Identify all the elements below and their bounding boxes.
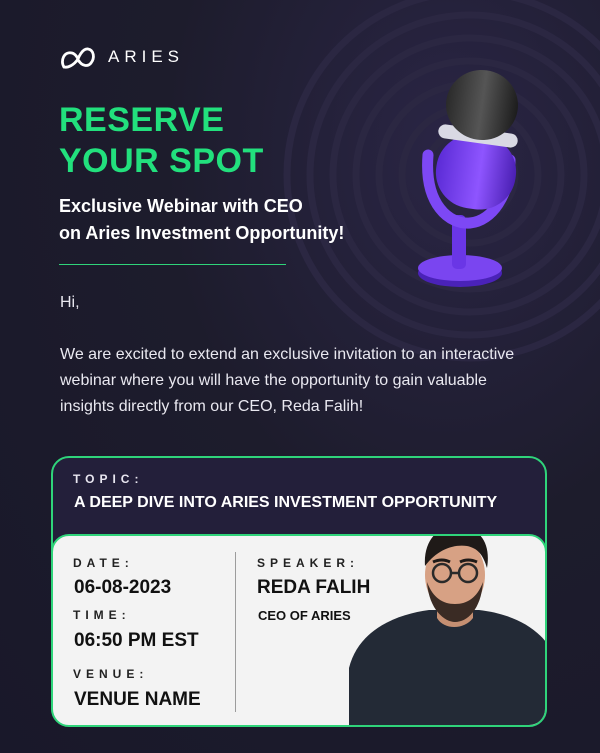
time-label: TIME:	[73, 608, 131, 622]
venue-label: VENUE:	[73, 667, 149, 681]
details-divider	[235, 552, 236, 712]
headline: RESERVE YOUR SPOT	[59, 100, 264, 182]
brand-name: ARIES	[108, 47, 185, 66]
greeting: Hi,	[60, 294, 80, 311]
webinar-invitation: ARIES RESERVE YOUR SPOT Exclusive Webina…	[0, 0, 600, 753]
topic-title: A DEEP DIVE INTO ARIES INVESTMENT OPPORT…	[74, 494, 498, 511]
aries-logo-icon	[61, 47, 95, 69]
subtitle-line-2: on Aries Investment Opportunity!	[59, 223, 345, 243]
brand-logo: ARIES	[60, 43, 184, 71]
venue-value: VENUE NAME	[74, 689, 201, 710]
microphone-icon	[418, 69, 518, 287]
date-label: DATE:	[73, 556, 134, 570]
date-value: 06-08-2023	[74, 577, 172, 598]
headline-line-2: YOUR SPOT	[59, 142, 264, 180]
subtitle-line-1: Exclusive Webinar with CEO	[59, 196, 303, 216]
invitation-body: We are excited to extend an exclusive in…	[60, 346, 515, 415]
speaker-label: SPEAKER:	[257, 556, 360, 570]
topic-label: TOPIC:	[73, 472, 144, 486]
event-details: DATE: 06-08-2023 TIME: 06:50 PM EST VENU…	[51, 534, 547, 727]
speaker-title: CEO OF ARIES	[258, 608, 351, 623]
subtitle: Exclusive Webinar with CEO on Aries Inve…	[59, 193, 344, 247]
speaker-photo	[349, 536, 545, 725]
headline-line-1: RESERVE	[59, 101, 225, 139]
divider	[59, 264, 286, 265]
time-value: 06:50 PM EST	[74, 630, 199, 651]
